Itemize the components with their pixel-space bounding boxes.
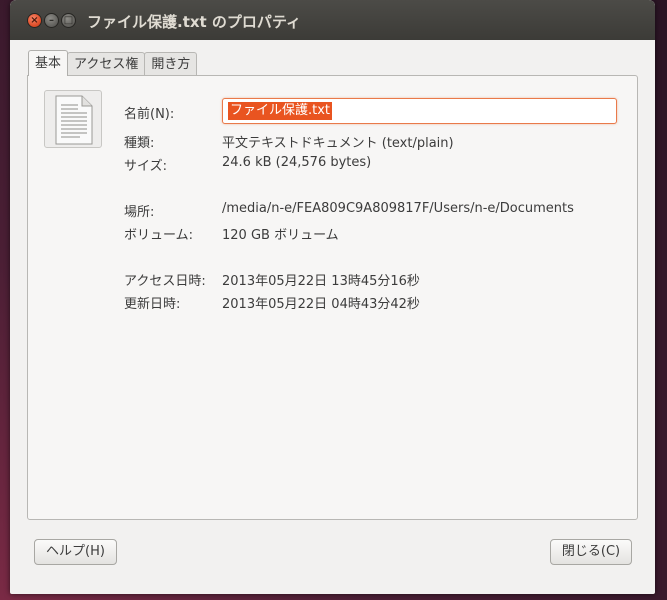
tab-permissions[interactable]: アクセス権 bbox=[67, 52, 146, 75]
location-label: 場所: bbox=[124, 205, 155, 220]
window-maximize-button[interactable]: □ bbox=[61, 13, 76, 28]
help-button[interactable]: ヘルプ(H) bbox=[34, 539, 117, 565]
basic-tab-panel: 名前(N): ファイル保護.txt 種類: 平文テキストドキュメント (text… bbox=[27, 75, 638, 520]
window-close-button[interactable]: × bbox=[27, 13, 42, 28]
accessed-value: 2013年05月22日 13時45分16秒 bbox=[222, 274, 420, 289]
window-minimize-button[interactable]: – bbox=[44, 13, 59, 28]
tab-basic[interactable]: 基本 bbox=[28, 50, 69, 76]
text-document-icon[interactable] bbox=[44, 90, 102, 148]
type-value: 平文テキストドキュメント (text/plain) bbox=[222, 136, 454, 151]
accessed-label: アクセス日時: bbox=[124, 274, 206, 289]
properties-dialog: × – □ ファイル保護.txt のプロパティ 基本 アクセス権 開き方 名前(… bbox=[10, 0, 655, 594]
tab-bar: 基本 アクセス権 開き方 bbox=[28, 50, 198, 76]
volume-label: ボリューム: bbox=[124, 228, 193, 243]
volume-value: 120 GB ボリューム bbox=[222, 228, 339, 243]
size-label: サイズ: bbox=[124, 159, 167, 174]
name-input-selected-text: ファイル保護.txt bbox=[228, 102, 333, 120]
type-label: 種類: bbox=[124, 136, 155, 151]
modified-value: 2013年05月22日 04時43分42秒 bbox=[222, 297, 420, 312]
name-input[interactable]: ファイル保護.txt bbox=[222, 98, 617, 124]
name-label: 名前(N): bbox=[124, 107, 175, 122]
tab-open-with[interactable]: 開き方 bbox=[144, 52, 198, 75]
title-bar[interactable]: × – □ ファイル保護.txt のプロパティ bbox=[10, 0, 655, 40]
modified-label: 更新日時: bbox=[124, 297, 181, 312]
location-value[interactable]: /media/n-e/FEA809C9A809817F/Users/n-e/Do… bbox=[222, 201, 574, 216]
size-value: 24.6 kB (24,576 bytes) bbox=[222, 155, 372, 170]
window-title: ファイル保護.txt のプロパティ bbox=[87, 13, 302, 31]
close-button[interactable]: 閉じる(C) bbox=[550, 539, 632, 565]
